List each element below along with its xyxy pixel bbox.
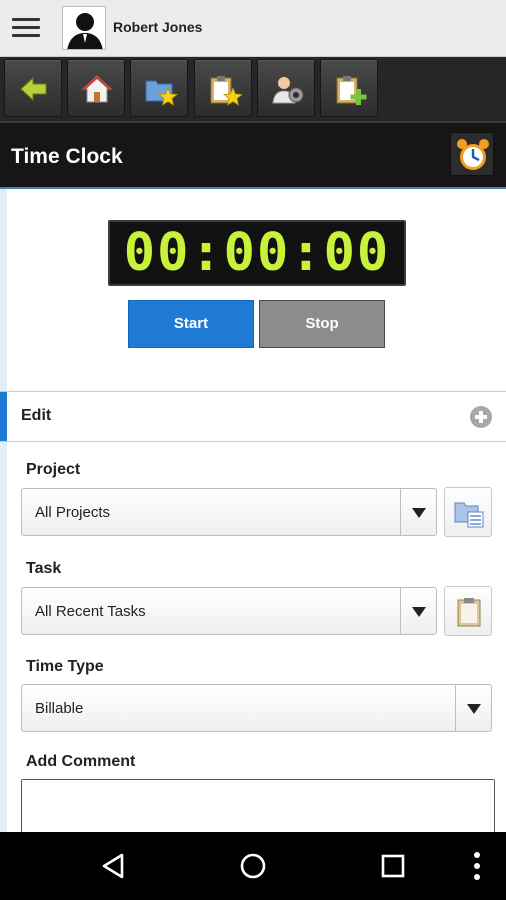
start-button[interactable]: Start <box>128 300 254 348</box>
title-bar: Time Clock <box>0 121 506 189</box>
project-select-value: All Projects <box>35 504 111 521</box>
more-vertical-icon <box>474 852 480 880</box>
nav-back-button[interactable] <box>93 846 133 886</box>
nav-overflow-button[interactable] <box>457 846 497 886</box>
main-content: 00:00:00 Start Stop Edit Project All Pro… <box>0 189 506 832</box>
add-task-button[interactable] <box>320 59 378 117</box>
user-settings-icon <box>272 77 304 104</box>
expand-plus-icon[interactable] <box>470 406 492 428</box>
alarm-button[interactable] <box>450 132 494 176</box>
time-type-select[interactable]: Billable <box>21 684 492 732</box>
project-label: Project <box>26 461 81 478</box>
menu-icon[interactable] <box>8 12 44 44</box>
favorite-projects-button[interactable] <box>130 59 188 117</box>
comment-field[interactable] <box>21 779 495 832</box>
timer-display: 00:00:00 <box>108 220 406 286</box>
chevron-down-icon <box>400 588 436 634</box>
avatar[interactable] <box>62 6 106 50</box>
edit-accent-bar <box>0 392 7 441</box>
timer-digits: 00:00:00 <box>123 223 391 283</box>
home-button[interactable] <box>67 59 125 117</box>
project-browse-button[interactable] <box>444 487 492 537</box>
task-select[interactable]: All Recent Tasks <box>21 587 437 635</box>
circle-home-icon <box>240 853 266 879</box>
chevron-down-icon <box>455 685 491 731</box>
edit-label: Edit <box>21 407 52 424</box>
left-edge-strip <box>0 189 7 832</box>
edit-section-header[interactable]: Edit <box>0 391 506 442</box>
project-select[interactable]: All Projects <box>21 488 437 536</box>
stop-button[interactable]: Stop <box>259 300 385 348</box>
chevron-down-icon <box>400 489 436 535</box>
account-bar: Robert Jones <box>0 0 506 57</box>
user-settings-button[interactable] <box>257 59 315 117</box>
time-type-label: Time Type <box>26 658 104 675</box>
nav-recents-button[interactable] <box>373 846 413 886</box>
back-arrow-icon <box>20 76 47 102</box>
alarm-clock-icon <box>457 139 489 170</box>
nav-home-button[interactable] <box>233 846 273 886</box>
project-list-icon <box>454 502 484 528</box>
square-recents-icon <box>381 854 405 878</box>
clipboard-icon <box>457 598 481 627</box>
time-type-select-value: Billable <box>35 700 84 717</box>
task-select-value: All Recent Tasks <box>35 603 146 620</box>
system-navigation-bar <box>0 832 506 900</box>
favorite-tasks-button[interactable] <box>194 59 252 117</box>
favorite-tasks-icon <box>210 76 242 106</box>
triangle-back-icon <box>102 853 124 879</box>
add-task-icon <box>336 76 367 105</box>
favorite-projects-icon <box>145 80 178 106</box>
task-browse-button[interactable] <box>444 586 492 636</box>
task-label: Task <box>26 560 62 577</box>
home-icon <box>81 75 113 103</box>
toolbar <box>0 57 506 121</box>
page-title: Time Clock <box>11 145 123 168</box>
user-name: Robert Jones <box>113 19 203 35</box>
comment-label: Add Comment <box>26 753 136 770</box>
back-button[interactable] <box>4 59 62 117</box>
